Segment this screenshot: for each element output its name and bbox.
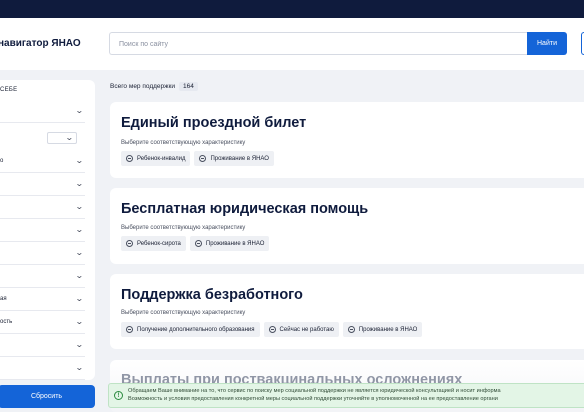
card-title[interactable]: Поддержка безработного: [121, 287, 303, 303]
filter-row[interactable]: ⌄: [0, 357, 85, 380]
total-count-badge: 164: [178, 82, 198, 91]
filter-row[interactable]: ⌄: [0, 242, 85, 265]
chevron-down-icon: ⌄: [75, 317, 85, 326]
card-hint: Выберите соответствующую характеристику: [121, 225, 246, 231]
filter-row[interactable]: ⌄: [0, 334, 85, 357]
tag-label: Проживание в ЯНАО: [205, 240, 265, 247]
support-card[interactable]: Бесплатная юридическая помощь Выберите с…: [110, 188, 584, 264]
notice-text: Обращаем Ваше внимание на то, что сервис…: [128, 388, 501, 403]
card-title[interactable]: Единый проездной билет: [121, 115, 306, 131]
tag-list: Ребенок-инвалид Проживание в ЯНАО: [121, 151, 274, 166]
exclamation-circle-icon: !: [114, 391, 123, 400]
tag-list: Ребенок-сирота Проживание в ЯНАО: [121, 236, 270, 251]
filter-select[interactable]: ⌄: [47, 132, 77, 144]
tag[interactable]: Проживание в ЯНАО: [189, 236, 270, 251]
card-hint: Выберите соответствующую характеристику: [121, 310, 246, 316]
chevron-down-icon: ⌄: [75, 156, 85, 165]
minus-circle-icon: [126, 326, 133, 333]
card-hint: Выберите соответствующую характеристику: [121, 140, 246, 146]
chevron-down-icon: ⌄: [75, 179, 85, 188]
minus-circle-icon: [268, 326, 276, 333]
top-bar: [0, 0, 584, 18]
minus-circle-icon: [194, 240, 202, 247]
app-title: навигатор ЯНАО: [0, 38, 81, 49]
filter-label: ая: [0, 296, 7, 302]
chevron-down-icon: ⌄: [75, 340, 85, 349]
tag[interactable]: Проживание в ЯНАО: [342, 322, 423, 337]
tag-label: Проживание в ЯНАО: [358, 326, 418, 333]
filter-row[interactable]: ость ⌄: [0, 311, 85, 334]
search-input[interactable]: [110, 34, 527, 55]
filter-row[interactable]: ⌄: [0, 265, 85, 288]
support-card[interactable]: Единый проездной билет Выберите соответс…: [110, 102, 584, 178]
notice-line: Возможность и условия предоставления кон…: [128, 395, 498, 402]
tag[interactable]: Сейчас не работаю: [263, 322, 339, 337]
filter-row[interactable]: ⌄: [0, 100, 85, 123]
filter-row[interactable]: ая ⌄: [0, 288, 85, 311]
reset-button[interactable]: Сбросить: [0, 385, 95, 408]
tag[interactable]: Ребенок-сирота: [121, 236, 186, 251]
tag-list: Получение дополнительного образования Се…: [121, 322, 423, 337]
tag[interactable]: Проживание в ЯНАО: [194, 151, 274, 166]
tag[interactable]: Получение дополнительного образования: [121, 322, 260, 337]
search-button[interactable]: Найти: [527, 32, 567, 55]
filter-row[interactable]: ⌄: [0, 219, 85, 242]
total-label: Всего мер поддержки: [110, 83, 175, 90]
filter-row[interactable]: о ⌄: [0, 150, 85, 173]
results-total: Всего мер поддержки 164: [110, 82, 198, 91]
filter-label: о: [0, 158, 4, 164]
filter-sidebar: СЕБЕ ⌄ ⌄ о ⌄ ⌄ ⌄ ⌄ ⌄ ⌄ ая ⌄ ость ⌄ ⌄ ⌄: [0, 80, 95, 380]
minus-circle-icon: [347, 326, 355, 333]
minus-circle-icon: [126, 155, 133, 162]
chevron-down-icon: ⌄: [75, 294, 85, 303]
sidebar-heading: СЕБЕ: [0, 87, 18, 93]
filter-row[interactable]: ⌄: [0, 173, 85, 196]
disclaimer-notice: ! Обращаем Ваше внимание на то, что серв…: [108, 383, 584, 408]
chevron-down-icon: ⌄: [75, 248, 85, 257]
tag-label: Сейчас не работаю: [279, 326, 334, 333]
chevron-down-icon: ⌄: [75, 271, 85, 280]
chevron-down-icon: ⌄: [65, 133, 75, 142]
chevron-down-icon: ⌄: [75, 202, 85, 211]
filter-row[interactable]: ⌄: [0, 196, 85, 219]
notice-line: Обращаем Ваше внимание на то, что сервис…: [128, 388, 501, 394]
chevron-down-icon: ⌄: [75, 106, 85, 115]
filter-label: ость: [0, 319, 13, 325]
search-box: [109, 32, 527, 55]
tag-label: Проживание в ЯНАО: [210, 155, 269, 162]
tag-label: Ребенок-инвалид: [137, 155, 186, 162]
card-title[interactable]: Бесплатная юридическая помощь: [121, 201, 368, 217]
tag-label: Ребенок-сирота: [137, 240, 181, 247]
minus-circle-icon: [126, 240, 133, 247]
support-card[interactable]: Поддержка безработного Выберите соответс…: [110, 274, 584, 349]
tag[interactable]: Ребенок-инвалид: [121, 151, 191, 166]
tag-label: Получение дополнительного образования: [137, 326, 255, 333]
minus-circle-icon: [199, 155, 207, 162]
chevron-down-icon: ⌄: [75, 225, 85, 234]
chevron-down-icon: ⌄: [75, 363, 85, 372]
